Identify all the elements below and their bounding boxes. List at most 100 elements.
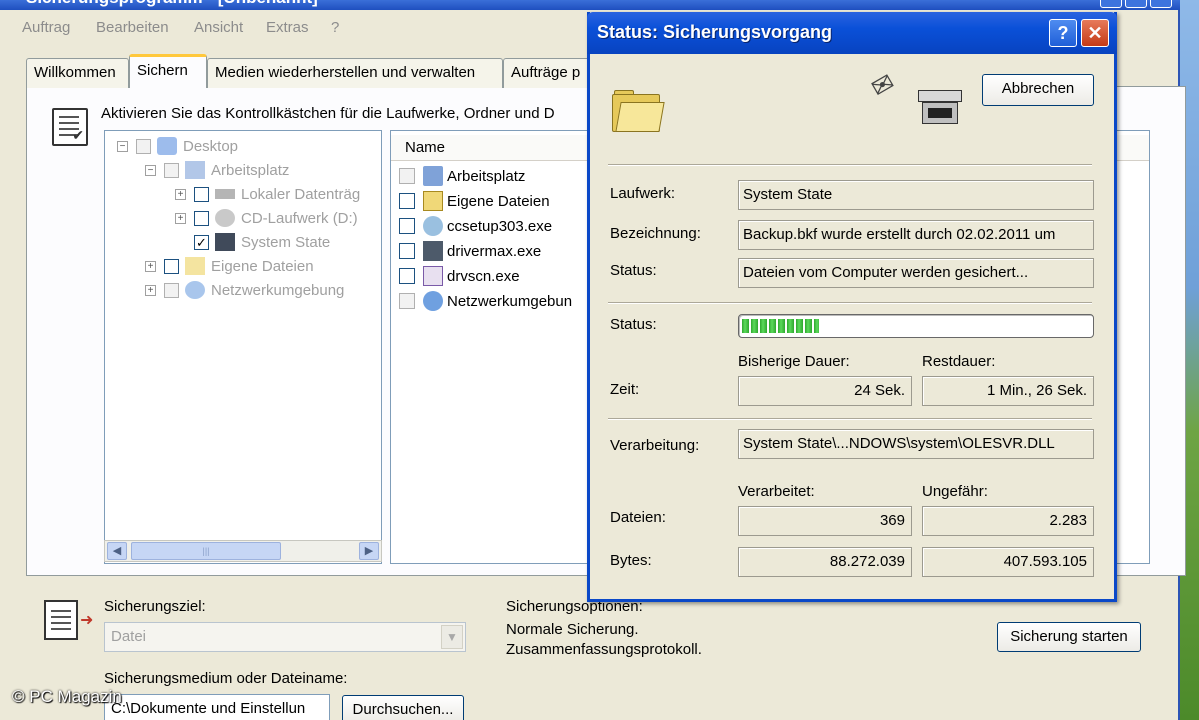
tree-item-arbeitsplatz[interactable]: − Arbeitsplatz (145, 159, 289, 181)
menu-bearbeiten[interactable]: Bearbeiten (96, 19, 169, 36)
elapsed-value: 24 Sek. (738, 376, 912, 406)
backup-progress-bar (738, 314, 1094, 338)
list-item-eigene-dateien[interactable]: Eigene Dateien (399, 190, 550, 212)
expand-icon[interactable]: + (145, 284, 156, 296)
divider (608, 164, 1092, 166)
tree-item-desktop[interactable]: − Desktop (117, 135, 238, 157)
list-item-drvscn[interactable]: drvscn.exe (399, 265, 520, 287)
checkbox[interactable] (194, 186, 209, 202)
minimize-icon[interactable] (1100, 0, 1122, 8)
collapse-icon[interactable]: − (117, 140, 128, 152)
chevron-down-icon[interactable]: ▼ (441, 625, 463, 649)
tree-item-eigene-dateien[interactable]: + Eigene Dateien (145, 255, 314, 277)
list-label: drvscn.exe (447, 267, 520, 285)
backup-target-label: Sicherungsziel: (104, 598, 206, 615)
computer-icon (185, 161, 205, 179)
desktop-icon (157, 137, 177, 155)
backup-target-value: Datei (111, 628, 147, 645)
folder-icon (185, 257, 205, 275)
checkbox-checked[interactable]: ✓ (194, 234, 209, 250)
tab-medien[interactable]: Medien wiederherstellen und verwalten (207, 58, 503, 88)
close-icon[interactable] (1150, 0, 1172, 8)
tab-sichern[interactable]: Sichern (129, 54, 207, 88)
list-item-netzwerkumgebung[interactable]: Netzwerkumgebun (399, 290, 572, 312)
computer-icon (423, 166, 443, 186)
divider (608, 302, 1092, 304)
collapse-icon[interactable]: − (145, 164, 156, 176)
elapsed-header: Bisherige Dauer: (738, 353, 850, 370)
checkbox[interactable] (164, 162, 179, 178)
backup-options-line1: Normale Sicherung. (506, 621, 639, 638)
description-label: Bezeichnung: (610, 225, 701, 242)
processing-label: Verarbeitung: (610, 437, 700, 454)
list-label: Arbeitsplatz (447, 167, 526, 185)
list-label: Netzwerkumgebun (447, 292, 573, 310)
expand-icon[interactable]: + (175, 188, 186, 200)
expand-icon[interactable]: + (145, 260, 156, 272)
menu-extras[interactable]: Extras (266, 19, 309, 36)
folder-icon (423, 191, 443, 211)
media-path-input[interactable]: C:\Dokumente und Einstellun (104, 694, 330, 720)
checkbox[interactable] (399, 268, 415, 284)
processing-value: System State\...NDOWS\system\OLESVR.DLL (738, 429, 1094, 459)
folder-tree[interactable]: − Desktop − Arbeitsplatz + Lokaler Daten… (104, 130, 382, 564)
menu-help[interactable]: ? (331, 19, 339, 36)
checkbox[interactable] (164, 282, 179, 298)
checkbox[interactable] (164, 258, 179, 274)
expand-icon[interactable]: + (175, 212, 186, 224)
backup-drive-icon (918, 90, 962, 124)
checkbox[interactable] (399, 293, 415, 309)
main-titlebar[interactable]: Sicherungsprogramm - [Unbenannt] (0, 0, 1180, 10)
checkbox[interactable] (194, 210, 209, 226)
menu-auftrag[interactable]: Auftrag (22, 19, 70, 36)
scroll-right-icon[interactable]: ▶ (359, 542, 379, 560)
network-icon (423, 291, 443, 311)
tree-label: CD-Laufwerk (D:) (241, 209, 358, 227)
exe-icon (423, 216, 443, 236)
menu-ansicht[interactable]: Ansicht (194, 19, 243, 36)
checkbox[interactable] (399, 243, 415, 259)
dialog-titlebar[interactable]: Status: Sicherungsvorgang ? ✕ (587, 12, 1117, 54)
drive-label: Laufwerk: (610, 185, 676, 202)
list-item-arbeitsplatz[interactable]: Arbeitsplatz (399, 165, 525, 187)
tree-label: Desktop (183, 137, 239, 155)
divider (608, 418, 1092, 420)
remaining-value: 1 Min., 26 Sek. (922, 376, 1094, 406)
tree-label: Eigene Dateien (211, 257, 314, 275)
cancel-button[interactable]: Abbrechen (982, 74, 1094, 106)
help-icon[interactable]: ? (1049, 19, 1077, 47)
checkbox[interactable] (399, 168, 415, 184)
tab-auftraege[interactable]: Aufträge p (503, 58, 593, 88)
processed-header: Verarbeitet: (738, 483, 815, 500)
backup-target-select[interactable]: Datei ▼ (104, 622, 466, 652)
checkbox[interactable] (399, 218, 415, 234)
bytes-approx-value: 407.593.105 (922, 547, 1094, 577)
backup-target-icon (44, 600, 78, 640)
tree-item-lokaler-datentraeger[interactable]: + Lokaler Datenträg (175, 183, 360, 205)
tree-item-netzwerkumgebung[interactable]: + Netzwerkumgebung (145, 279, 344, 301)
instruction-text: Aktivieren Sie das Kontrollkästchen für … (101, 105, 555, 122)
scrollbar-thumb[interactable]: ||| (131, 542, 281, 560)
status-value: Dateien vom Computer werden gesichert... (738, 258, 1094, 288)
checklist-icon (52, 108, 88, 146)
list-item-drivermax[interactable]: drivermax.exe (399, 240, 541, 262)
maximize-icon[interactable] (1125, 0, 1147, 8)
checkbox[interactable] (399, 193, 415, 209)
browse-button[interactable]: Durchsuchen... (342, 695, 464, 720)
tree-item-cd-laufwerk[interactable]: + CD-Laufwerk (D:) (175, 207, 358, 229)
close-icon[interactable]: ✕ (1081, 19, 1109, 47)
scroll-left-icon[interactable]: ◀ (107, 542, 127, 560)
checkbox[interactable] (136, 138, 151, 154)
tab-willkommen[interactable]: Willkommen (26, 58, 129, 88)
column-name[interactable]: Name (405, 139, 445, 156)
approx-header: Ungefähr: (922, 483, 988, 500)
tree-item-system-state[interactable]: ✓ System State (194, 231, 330, 253)
progress-fill (742, 319, 819, 333)
bytes-processed-value: 88.272.039 (738, 547, 912, 577)
start-backup-button[interactable]: Sicherung starten (997, 622, 1141, 652)
hard-drive-icon (215, 189, 235, 199)
list-label: Eigene Dateien (447, 192, 550, 210)
tree-horizontal-scrollbar[interactable]: ◀ ||| ▶ (104, 540, 382, 562)
list-label: drivermax.exe (447, 242, 542, 260)
list-item-ccsetup[interactable]: ccsetup303.exe (399, 215, 552, 237)
